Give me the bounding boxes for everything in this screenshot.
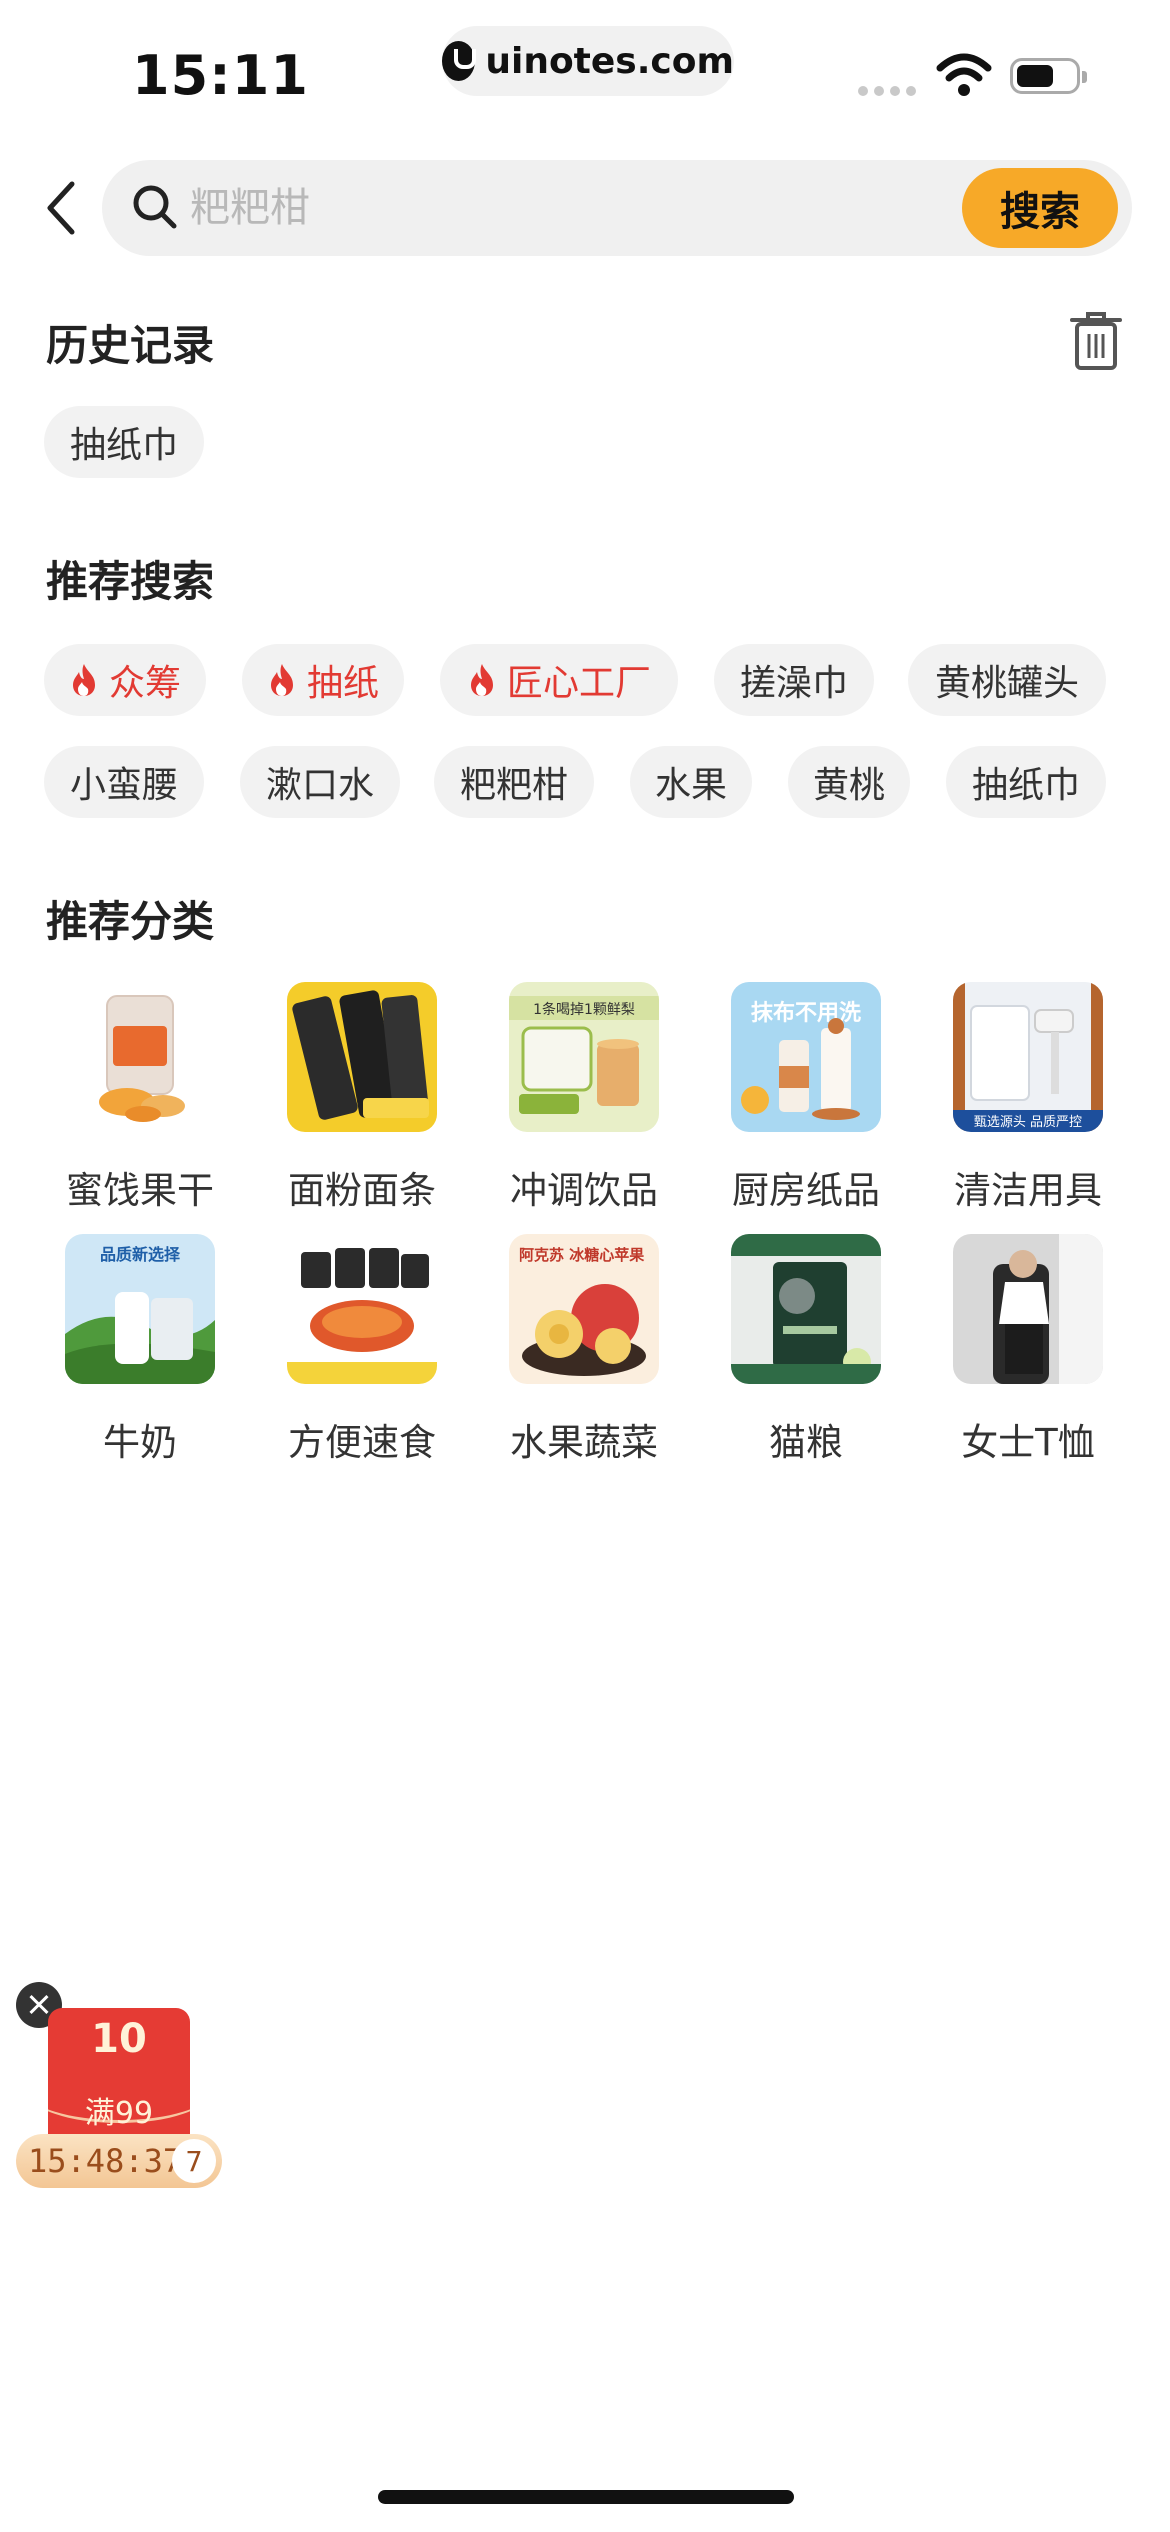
category-item[interactable]: 抹布不用洗 厨房纸品: [716, 982, 896, 1214]
svg-text:抹布不用洗: 抹布不用洗: [751, 1000, 861, 1026]
category-label: 面粉面条: [288, 1169, 436, 1212]
svg-text:1条喝掉1颗鲜梨: 1条喝掉1颗鲜梨: [533, 1001, 635, 1018]
flame-icon: [270, 664, 293, 696]
hot-search-chip[interactable]: 众筹: [44, 644, 206, 716]
category-item[interactable]: 女士T恤: [938, 1234, 1118, 1466]
category-item[interactable]: 蜜饯果干: [50, 982, 230, 1214]
milk-bottle-image: 品质新选择: [65, 1234, 215, 1384]
chevron-left-icon: [47, 181, 75, 235]
trash-icon[interactable]: [1068, 310, 1124, 372]
category-label: 水果蔬菜: [510, 1421, 658, 1464]
chip-label: 众筹: [108, 663, 181, 704]
cellular-signal-icon: [858, 86, 916, 96]
drink-powder-image: 1条喝掉1颗鲜梨: [509, 982, 659, 1132]
dried-fruit-jar-image: [65, 982, 215, 1132]
women-tshirt-image: [953, 1234, 1103, 1384]
search-icon: [133, 185, 177, 229]
search-button[interactable]: 搜索: [962, 168, 1118, 248]
battery-icon: [1010, 58, 1087, 94]
coupon-count-badge: 7: [172, 2139, 216, 2183]
category-item[interactable]: 猫粮: [716, 1234, 896, 1466]
flame-icon: [470, 664, 493, 696]
lint-roller-image: 甄选源头 品质严控: [953, 982, 1103, 1132]
coupon-countdown: 15:48:37 7: [16, 2134, 222, 2188]
category-label: 方便速食: [288, 1421, 436, 1464]
svg-text:阿克苏 冰糖心苹果: 阿克苏 冰糖心苹果: [519, 1246, 645, 1264]
floating-coupon[interactable]: 10 满99 15:48:37 7: [16, 2008, 222, 2188]
history-title: 历史记录: [46, 321, 215, 370]
search-chip[interactable]: 粑粑柑: [434, 746, 594, 818]
coupon-countdown-text: 15:48:37: [28, 2142, 183, 2180]
category-item[interactable]: 品质新选择 牛奶: [50, 1234, 230, 1466]
coupon-condition: 满99: [84, 2096, 154, 2131]
status-time: 15:11: [132, 44, 309, 107]
search-chip[interactable]: 搓澡巾: [714, 644, 874, 716]
category-item[interactable]: 1条喝掉1颗鲜梨 冲调饮品: [494, 982, 674, 1214]
category-label: 猫粮: [769, 1421, 843, 1464]
category-label: 蜜饯果干: [66, 1169, 214, 1212]
search-chip[interactable]: 黄桃: [788, 746, 910, 818]
hot-search-chip[interactable]: 匠心工厂: [440, 644, 678, 716]
apple-fruit-image: 阿克苏 冰糖心苹果: [509, 1234, 659, 1384]
search-input[interactable]: [190, 160, 950, 256]
kitchen-paper-roll-image: 抹布不用洗: [731, 982, 881, 1132]
svg-text:甄选源头 品质严控: 甄选源头 品质严控: [974, 1115, 1082, 1130]
recommend-search-title: 推荐搜索: [46, 557, 215, 606]
status-bar: 15:11 uinotes.com: [0, 0, 1170, 140]
back-button[interactable]: [36, 168, 86, 248]
search-bar[interactable]: 搜索: [102, 160, 1132, 256]
url-pill[interactable]: uinotes.com: [442, 26, 734, 96]
home-indicator: [378, 2490, 794, 2504]
history-chip[interactable]: 抽纸巾: [44, 406, 204, 478]
url-text: uinotes.com: [485, 40, 734, 82]
search-chip[interactable]: 抽纸巾: [946, 746, 1106, 818]
category-item[interactable]: 甄选源头 品质严控 清洁用具: [938, 982, 1118, 1214]
svg-text:品质新选择: 品质新选择: [100, 1245, 181, 1264]
category-label: 厨房纸品: [732, 1169, 880, 1212]
wifi-icon: [936, 53, 992, 96]
site-logo-icon: [442, 41, 477, 81]
category-label: 清洁用具: [954, 1169, 1102, 1212]
chip-label: 抽纸: [306, 663, 379, 704]
coupon-amount: 10: [91, 2016, 147, 2062]
chip-label: 匠心工厂: [506, 663, 651, 704]
category-item[interactable]: 面粉面条: [272, 982, 452, 1214]
category-label: 女士T恤: [961, 1421, 1095, 1464]
search-chip[interactable]: 水果: [630, 746, 752, 818]
recommend-category-title: 推荐分类: [46, 897, 215, 946]
category-item[interactable]: 方便速食: [272, 1234, 452, 1466]
noodles-pack-image: [287, 982, 437, 1132]
category-item[interactable]: 阿克苏 冰糖心苹果 水果蔬菜: [494, 1234, 674, 1466]
cat-food-bag-image: [731, 1234, 881, 1384]
search-chip[interactable]: 小蛮腰: [44, 746, 204, 818]
flame-icon: [72, 664, 95, 696]
category-label: 冲调饮品: [510, 1169, 658, 1212]
search-chip[interactable]: 漱口水: [240, 746, 400, 818]
instant-food-image: [287, 1234, 437, 1384]
category-label: 牛奶: [103, 1421, 177, 1464]
hot-search-chip[interactable]: 抽纸: [242, 644, 404, 716]
search-chip[interactable]: 黄桃罐头: [908, 644, 1106, 716]
